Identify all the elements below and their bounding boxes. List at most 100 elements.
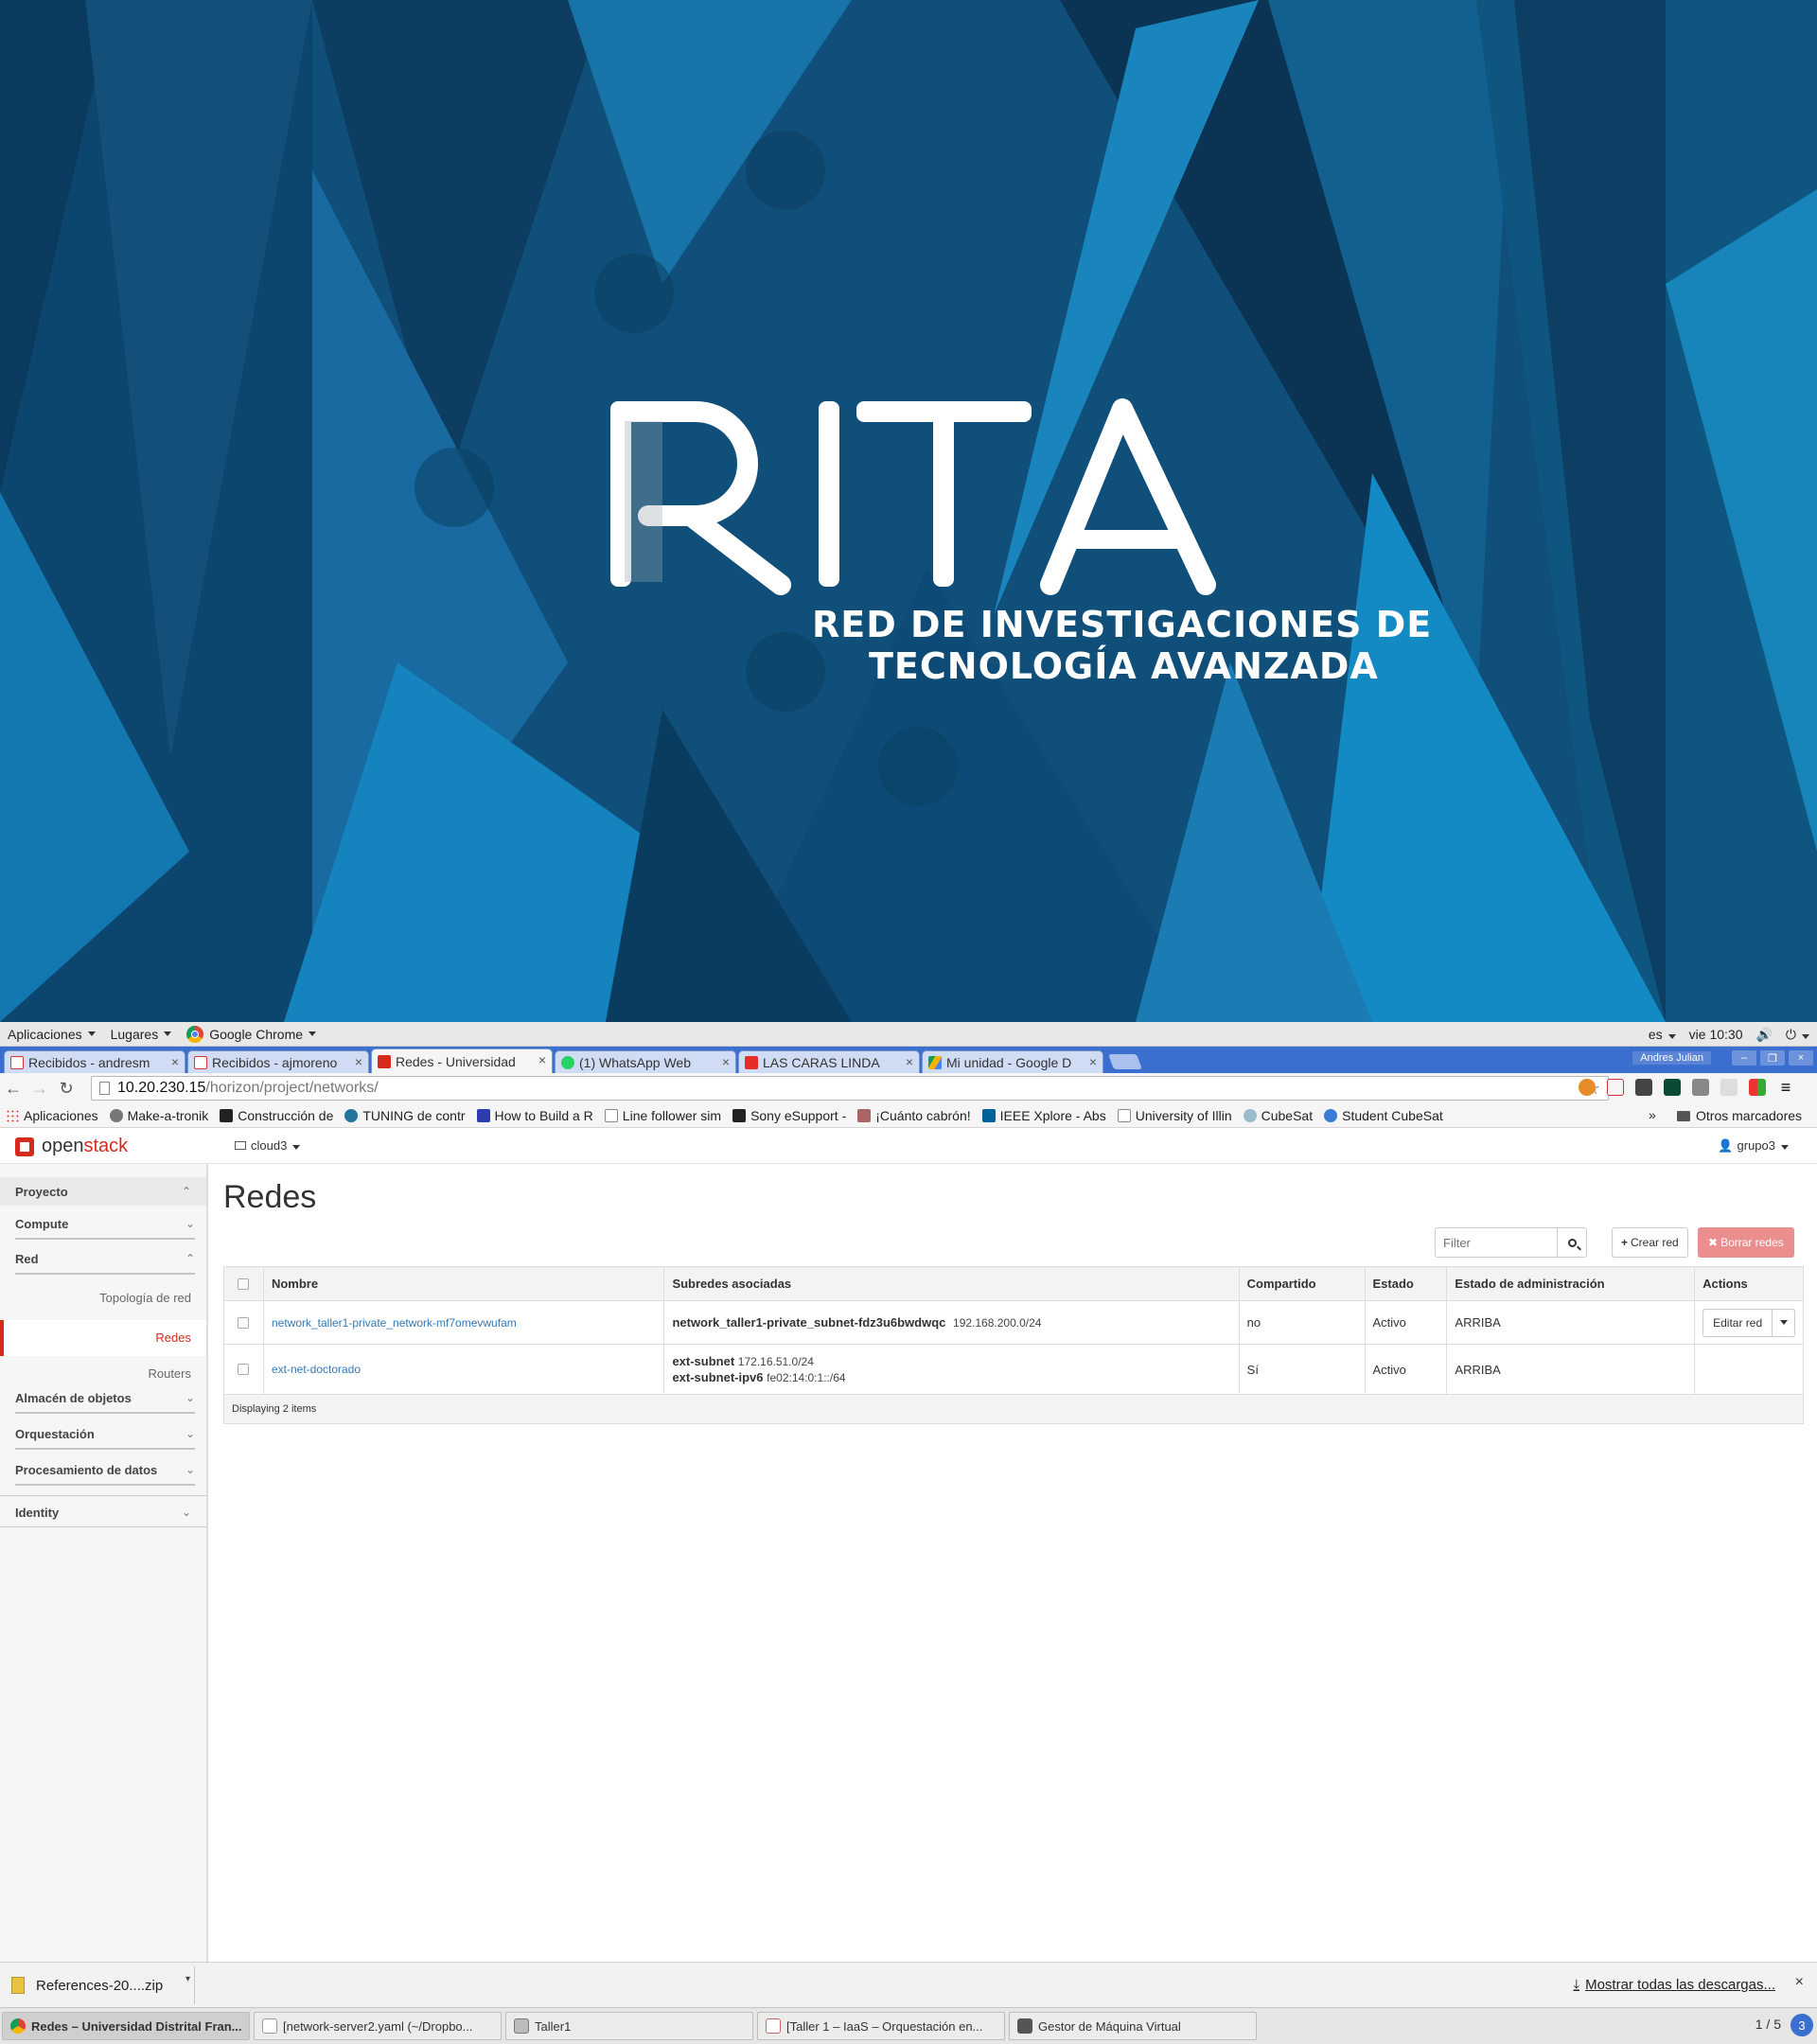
row-checkbox[interactable] (238, 1364, 250, 1375)
row-actions-dropdown[interactable] (1773, 1308, 1796, 1337)
sidebar-item-topologia[interactable]: Topología de red (99, 1291, 191, 1305)
select-all-cell (224, 1267, 264, 1300)
bookmark-item[interactable]: Make-a-tronik (104, 1108, 215, 1123)
close-icon[interactable]: × (538, 1052, 546, 1067)
pocket-icon[interactable] (1635, 1079, 1652, 1096)
network-name-link[interactable]: ext-net-doctorado (272, 1363, 361, 1376)
close-icon[interactable]: × (355, 1054, 362, 1069)
bookmark-item[interactable]: Student CubeSat (1318, 1108, 1449, 1123)
tab-youtube[interactable]: LAS CARAS LINDA × (738, 1050, 920, 1073)
forward-icon[interactable]: → (26, 1075, 53, 1101)
sidebar-section-almacen[interactable]: Almacén de objetos ⌄ (15, 1391, 195, 1414)
bookmarks-overflow-button[interactable]: » (1649, 1107, 1656, 1122)
edit-network-button[interactable]: Editar red (1702, 1308, 1773, 1337)
places-menu[interactable]: Lugares (103, 1022, 180, 1047)
active-app-menu[interactable]: Google Chrome (179, 1022, 324, 1047)
back-icon[interactable]: ← (0, 1075, 26, 1101)
sidebar-section-red[interactable]: Red ⌃ (15, 1252, 195, 1275)
minimize-icon[interactable]: – (1732, 1050, 1756, 1066)
delete-networks-button[interactable]: ✖ Borrar redes (1698, 1227, 1794, 1258)
clock[interactable]: vie 10:30 (1689, 1027, 1743, 1042)
new-tab-button[interactable] (1108, 1054, 1142, 1069)
user-menu-label: grupo3 (1737, 1138, 1775, 1153)
page-icon (604, 1108, 618, 1122)
column-header-estado[interactable]: Estado (1366, 1267, 1448, 1300)
filter-input[interactable] (1435, 1227, 1558, 1258)
user-menu[interactable]: 👤 grupo3 (1718, 1138, 1789, 1154)
sidebar-section-compute[interactable]: Compute ⌄ (15, 1217, 195, 1240)
gear-icon (109, 1108, 123, 1122)
taskbar-item-editor[interactable]: [network-server2.yaml (~/Dropbo... (254, 2012, 502, 2040)
subnet-name: network_taller1-private_subnet-fdz3u6bwd… (672, 1315, 946, 1330)
show-all-downloads-link[interactable]: ⤓ Mostrar todas las descargas... (1573, 1977, 1775, 1993)
tab-whatsapp[interactable]: (1) WhatsApp Web × (555, 1050, 736, 1073)
bookmark-item[interactable]: Construcción de (214, 1108, 339, 1123)
volume-icon[interactable]: 🔊 (1755, 1027, 1772, 1043)
restore-icon[interactable]: ❐ (1760, 1050, 1785, 1066)
bookmark-item[interactable]: IEEE Xplore - Abs (977, 1108, 1112, 1123)
create-network-button[interactable]: + Crear red (1612, 1227, 1688, 1258)
project-selector[interactable]: cloud3 (235, 1138, 301, 1153)
close-icon[interactable]: × (722, 1054, 730, 1069)
chevron-down-icon: ⌄ (185, 1427, 195, 1440)
sidebar-section-identity[interactable]: Identity ⌄ (0, 1495, 206, 1527)
sidebar-section-procesamiento[interactable]: Procesamiento de datos ⌄ (15, 1463, 195, 1486)
column-header-compartido[interactable]: Compartido (1240, 1267, 1366, 1300)
select-all-checkbox[interactable] (238, 1278, 250, 1290)
bookmark-apps[interactable]: Aplicaciones (0, 1108, 104, 1123)
taskbar-item-chrome[interactable]: Redes – Universidad Distrital Fran... (2, 2012, 250, 2040)
openstack-logo[interactable]: open stack (15, 1136, 128, 1157)
sidebar-section-proyecto[interactable]: Proyecto ⌃ (0, 1177, 206, 1206)
other-bookmarks-folder[interactable]: Otros marcadores (1677, 1103, 1802, 1128)
column-header-estado-admin[interactable]: Estado de administración (1447, 1267, 1696, 1300)
tab-gmail-1[interactable]: Recibidos - andresm × (4, 1050, 185, 1073)
extension-icon[interactable] (1579, 1079, 1596, 1096)
tab-redes-active[interactable]: Redes - Universidad × (371, 1048, 553, 1073)
workspace-badge[interactable]: 3 (1791, 2014, 1813, 2036)
row-checkbox[interactable] (238, 1316, 250, 1329)
close-icon[interactable]: × (171, 1054, 179, 1069)
download-item[interactable]: References-20....zip ▾ (4, 1966, 195, 2004)
extension-icon[interactable] (1692, 1079, 1709, 1096)
bookmark-item[interactable]: Sony eSupport - (727, 1108, 852, 1123)
django-icon[interactable] (1664, 1079, 1681, 1096)
keyboard-layout-indicator[interactable]: es (1649, 1027, 1676, 1042)
address-bar[interactable]: 10.20.230.15/horizon/project/networks/ ☆ (91, 1076, 1609, 1101)
sidebar-section-label: Red (15, 1252, 39, 1266)
workspace-pager[interactable]: 1 / 5 (1755, 2017, 1781, 2032)
bookmark-item[interactable]: University of Illin (1112, 1108, 1238, 1123)
row-select-cell (224, 1301, 264, 1344)
column-header-subredes[interactable]: Subredes asociadas (664, 1267, 1240, 1300)
subnet-name: ext-subnet (672, 1354, 735, 1368)
sidebar-section-orquestacion[interactable]: Orquestación ⌄ (15, 1427, 195, 1450)
column-header-nombre[interactable]: Nombre (264, 1267, 665, 1300)
profile-badge[interactable]: Andres Julian (1632, 1051, 1711, 1065)
tab-drive[interactable]: Mi unidad - Google D × (922, 1050, 1103, 1073)
power-icon[interactable]: ⏻ (1786, 1027, 1809, 1043)
bookmark-item[interactable]: How to Build a R (471, 1108, 599, 1123)
network-name-link[interactable]: network_taller1-private_network-mf7omevw… (272, 1316, 517, 1330)
bookmark-item[interactable]: ¡Cuánto cabrón! (852, 1108, 976, 1123)
extension-icon[interactable] (1749, 1079, 1766, 1096)
chevron-down-icon[interactable]: ▾ (185, 1974, 190, 1984)
sidebar-item-routers[interactable]: Routers (148, 1366, 191, 1381)
close-icon[interactable]: × (906, 1054, 913, 1069)
extension-icon[interactable] (1607, 1079, 1624, 1096)
bookmark-item[interactable]: Line follower sim (599, 1108, 727, 1123)
close-window-icon[interactable]: × (1789, 1050, 1813, 1066)
tab-gmail-2[interactable]: Recibidos - ajmoreno × (187, 1050, 369, 1073)
menu-icon[interactable]: ≡ (1777, 1079, 1794, 1096)
sidebar-item-redes[interactable]: Redes (0, 1320, 206, 1356)
filter-search-button[interactable] (1557, 1227, 1587, 1258)
taskbar-item-virt-manager[interactable]: Gestor de Máquina Virtual (1009, 2012, 1257, 2040)
extension-icon[interactable] (1720, 1079, 1738, 1096)
close-icon[interactable]: × (1795, 1974, 1804, 1991)
applications-menu[interactable]: Aplicaciones (0, 1022, 103, 1047)
taskbar-item-terminal[interactable]: Taller1 (505, 2012, 753, 2040)
reload-icon[interactable]: ↻ (53, 1075, 79, 1101)
taskbar-item-document[interactable]: [Taller 1 – IaaS – Orquestación en... (757, 2012, 1005, 2040)
bookmark-item[interactable]: TUNING de contr (339, 1108, 470, 1123)
bookmark-item[interactable]: CubeSat (1238, 1108, 1318, 1123)
download-icon: ⤓ (1573, 1977, 1580, 1993)
close-icon[interactable]: × (1089, 1054, 1097, 1069)
